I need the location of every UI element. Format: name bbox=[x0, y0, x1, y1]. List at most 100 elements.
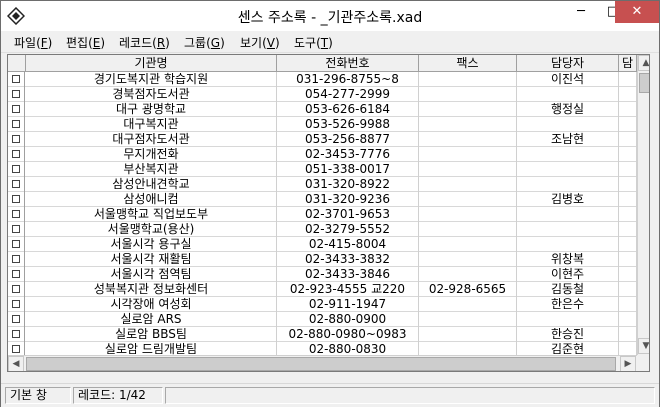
vertical-scrollbar[interactable]: ▲ ▼ bbox=[637, 55, 649, 355]
row-checkbox-icon[interactable] bbox=[12, 180, 20, 188]
table-row[interactable]: 부산복지관 051-338-0017 bbox=[8, 162, 649, 177]
table-cell[interactable] bbox=[419, 312, 517, 327]
table-row[interactable]: 서울시각 점역팀 02-3433-3846 이현주 bbox=[8, 267, 649, 282]
table-cell[interactable]: 성북복지관 정보화센터 bbox=[26, 282, 277, 297]
table-cell[interactable]: 031-320-9236 bbox=[277, 192, 419, 207]
scroll-right-icon[interactable]: ▶ bbox=[620, 356, 636, 371]
column-header[interactable]: 기관명 bbox=[26, 55, 277, 72]
table-cell[interactable] bbox=[419, 297, 517, 312]
table-row[interactable]: 삼성안내견학교 031-320-8922 bbox=[8, 177, 649, 192]
table-cell[interactable] bbox=[619, 282, 637, 297]
table-cell[interactable] bbox=[419, 222, 517, 237]
table-row[interactable]: 무지개전화 02-3453-7776 bbox=[8, 147, 649, 162]
table-row[interactable]: 서울시각 재활팀 02-3433-3832 위창복 bbox=[8, 252, 649, 267]
table-cell[interactable]: 053-256-8877 bbox=[277, 132, 419, 147]
table-cell[interactable]: 02-415-8004 bbox=[277, 237, 419, 252]
row-checkbox-icon[interactable] bbox=[12, 345, 20, 353]
row-selector[interactable] bbox=[8, 132, 25, 147]
table-row[interactable]: 서울시각 용구실 02-415-8004 bbox=[8, 237, 649, 252]
table-cell[interactable] bbox=[419, 162, 517, 177]
row-checkbox-icon[interactable] bbox=[12, 270, 20, 278]
table-cell[interactable] bbox=[619, 192, 637, 207]
table-cell[interactable]: 이진석 bbox=[517, 72, 619, 87]
row-selector[interactable] bbox=[8, 87, 25, 102]
table-cell[interactable]: 시각장애 여성회 bbox=[26, 297, 277, 312]
row-checkbox-icon[interactable] bbox=[12, 120, 20, 128]
table-cell[interactable] bbox=[419, 267, 517, 282]
table-cell[interactable]: 02-923-4555 교220 bbox=[277, 282, 419, 297]
table-cell[interactable] bbox=[619, 207, 637, 222]
table-row[interactable]: 삼성애니컴 031-320-9236 김병호 bbox=[8, 192, 649, 207]
row-selector[interactable] bbox=[8, 222, 25, 237]
table-cell[interactable] bbox=[619, 132, 637, 147]
row-selector[interactable] bbox=[8, 162, 25, 177]
table-cell[interactable]: 053-626-6184 bbox=[277, 102, 419, 117]
table-cell[interactable]: 무지개전화 bbox=[26, 147, 277, 162]
row-selector[interactable] bbox=[8, 252, 25, 267]
table-cell[interactable]: 02-880-0900 bbox=[277, 312, 419, 327]
menu-3[interactable]: 그룹(G) bbox=[184, 34, 225, 51]
menu-2[interactable]: 레코드(R) bbox=[119, 34, 170, 51]
menu-5[interactable]: 도구(T) bbox=[294, 34, 333, 51]
table-cell[interactable] bbox=[619, 162, 637, 177]
table-row[interactable]: 서울맹학교 직업보도부 02-3701-9653 bbox=[8, 207, 649, 222]
table-cell[interactable]: 김동철 bbox=[517, 282, 619, 297]
table-cell[interactable] bbox=[517, 237, 619, 252]
table-row[interactable]: 실로암 BBS팀 02-880-0980~0983 한승진 bbox=[8, 327, 649, 342]
table-row[interactable]: 경북점자도서관 054-277-2999 bbox=[8, 87, 649, 102]
table-cell[interactable] bbox=[619, 87, 637, 102]
table-cell[interactable] bbox=[517, 177, 619, 192]
vertical-scroll-thumb[interactable] bbox=[639, 73, 649, 93]
table-cell[interactable] bbox=[619, 297, 637, 312]
table-row[interactable]: 서울맹학교(용산) 02-3279-5552 bbox=[8, 222, 649, 237]
row-checkbox-icon[interactable] bbox=[12, 165, 20, 173]
row-selector[interactable] bbox=[8, 327, 25, 342]
row-checkbox-icon[interactable] bbox=[12, 285, 20, 293]
table-cell[interactable] bbox=[419, 327, 517, 342]
row-selector[interactable] bbox=[8, 192, 25, 207]
row-selector[interactable] bbox=[8, 267, 25, 282]
column-header[interactable]: 팩스 bbox=[419, 55, 517, 72]
row-selector[interactable] bbox=[8, 147, 25, 162]
table-cell[interactable] bbox=[619, 72, 637, 87]
table-cell[interactable] bbox=[517, 117, 619, 132]
menu-1[interactable]: 편집(E) bbox=[66, 34, 105, 51]
horizontal-scrollbar[interactable]: ◀ ▶ bbox=[8, 355, 637, 371]
table-row[interactable]: 시각장애 여성회 02-911-1947 한은수 bbox=[8, 297, 649, 312]
table-cell[interactable] bbox=[619, 177, 637, 192]
row-selector[interactable] bbox=[8, 102, 25, 117]
table-cell[interactable] bbox=[419, 252, 517, 267]
scroll-up-icon[interactable]: ▲ bbox=[638, 55, 649, 71]
table-cell[interactable] bbox=[619, 117, 637, 132]
scroll-left-icon[interactable]: ◀ bbox=[8, 356, 24, 371]
row-checkbox-icon[interactable] bbox=[12, 90, 20, 98]
table-cell[interactable]: 서울맹학교(용산) bbox=[26, 222, 277, 237]
table-cell[interactable] bbox=[419, 72, 517, 87]
table-cell[interactable]: 053-526-9988 bbox=[277, 117, 419, 132]
row-checkbox-icon[interactable] bbox=[12, 195, 20, 203]
row-checkbox-icon[interactable] bbox=[12, 330, 20, 338]
column-header[interactable]: 담당자 bbox=[517, 55, 619, 72]
table-cell[interactable] bbox=[517, 222, 619, 237]
table-cell[interactable]: 경북점자도서관 bbox=[26, 87, 277, 102]
row-selector[interactable] bbox=[8, 237, 25, 252]
row-selector[interactable] bbox=[8, 207, 25, 222]
row-checkbox-icon[interactable] bbox=[12, 255, 20, 263]
table-cell[interactable]: 051-338-0017 bbox=[277, 162, 419, 177]
table-cell[interactable] bbox=[619, 102, 637, 117]
table-cell[interactable]: 경기도복지관 학습지원 bbox=[26, 72, 277, 87]
table-row[interactable]: 경기도복지관 학습지원 031-296-8755~8 이진석 bbox=[8, 72, 649, 87]
row-selector[interactable] bbox=[8, 72, 25, 87]
table-cell[interactable]: 위창복 bbox=[517, 252, 619, 267]
row-checkbox-icon[interactable] bbox=[12, 135, 20, 143]
table-cell[interactable] bbox=[419, 237, 517, 252]
row-checkbox-icon[interactable] bbox=[12, 75, 20, 83]
table-cell[interactable] bbox=[517, 87, 619, 102]
table-cell[interactable] bbox=[517, 207, 619, 222]
table-cell[interactable]: 대구복지관 bbox=[26, 117, 277, 132]
table-row[interactable]: 대구점자도서관 053-256-8877 조남현 bbox=[8, 132, 649, 147]
row-selector[interactable] bbox=[8, 312, 25, 327]
table-cell[interactable] bbox=[419, 147, 517, 162]
table-cell[interactable]: 서울맹학교 직업보도부 bbox=[26, 207, 277, 222]
table-cell[interactable]: 02-3453-7776 bbox=[277, 147, 419, 162]
